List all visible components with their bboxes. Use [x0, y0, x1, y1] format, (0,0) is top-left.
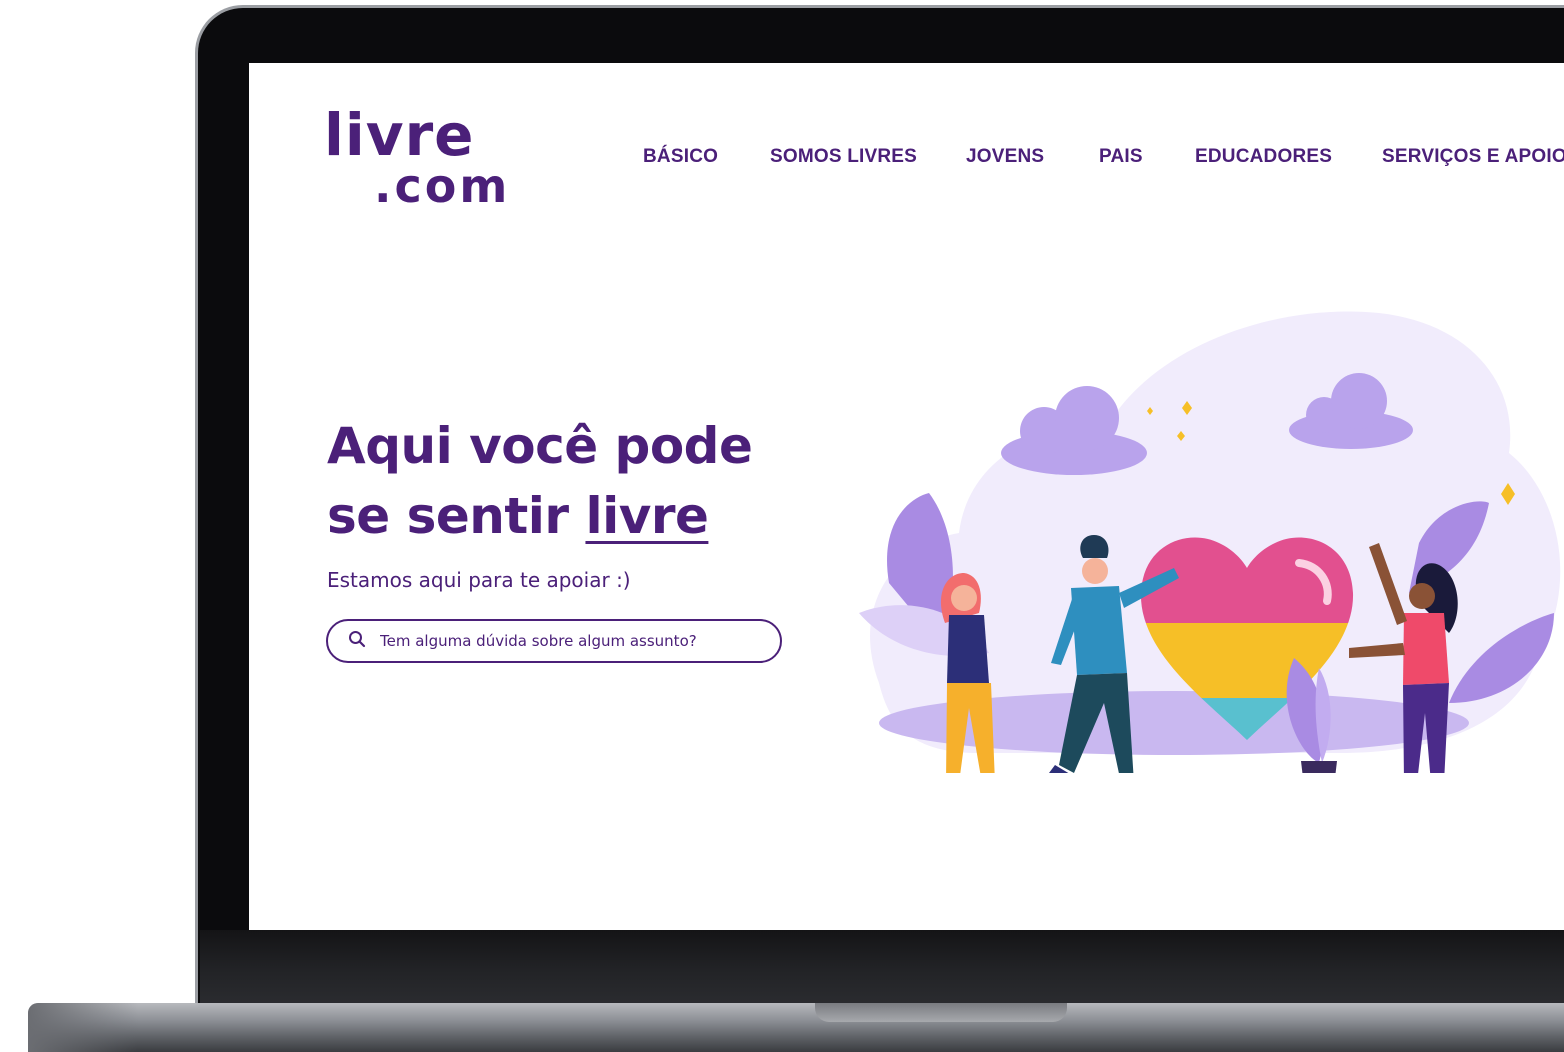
laptop-chin	[200, 930, 1564, 1010]
hero-title-highlight: livre	[585, 487, 709, 545]
site-logo[interactable]: livre .com	[324, 101, 524, 216]
hero-title-line1: Aqui você pode	[327, 417, 753, 475]
laptop-base	[28, 1003, 1564, 1052]
nav-item-pais[interactable]: PAIS	[1099, 146, 1143, 168]
nav-item-educadores[interactable]: EDUCADORES	[1195, 146, 1332, 168]
hero-title-line2: se sentir	[327, 487, 586, 545]
logo-domain-text: .com	[374, 159, 511, 213]
nav-item-servicos-e-apoio[interactable]: SERVIÇOS E APOIO	[1382, 146, 1564, 168]
nav-item-somos-livres[interactable]: SOMOS LIVRES	[770, 146, 917, 168]
browser-screen: livre .com BÁSICO SOMOS LIVRES JOVENS PA…	[249, 63, 1564, 930]
search-bar[interactable]	[326, 619, 782, 663]
nav-item-basico[interactable]: BÁSICO	[643, 146, 718, 168]
laptop-notch	[815, 1003, 1067, 1022]
nav-item-jovens[interactable]: JOVENS	[966, 146, 1044, 168]
hero-subtitle: Estamos aqui para te apoiar :)	[327, 568, 631, 592]
hero-illustration	[859, 311, 1561, 773]
hero-title: Aqui você pode se sentir livre	[327, 411, 753, 551]
search-icon	[348, 630, 366, 652]
search-input[interactable]	[378, 631, 762, 651]
